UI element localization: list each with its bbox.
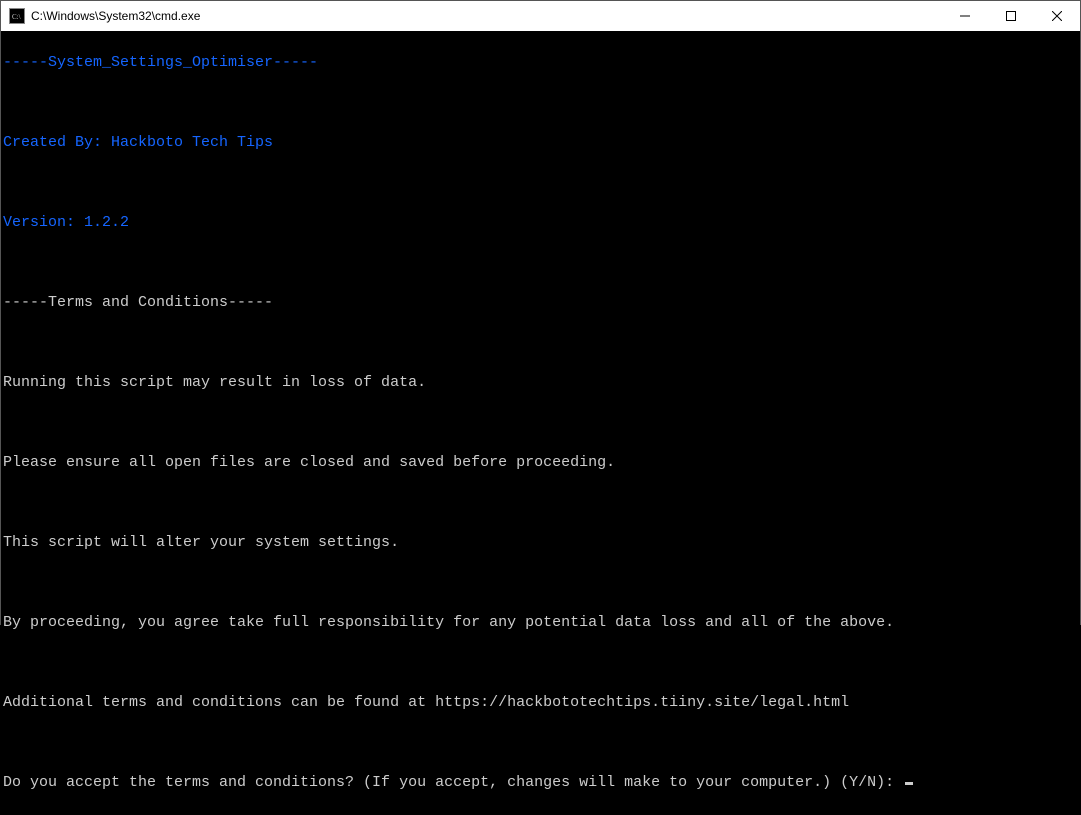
window-title: C:\Windows\System32\cmd.exe [31, 9, 200, 23]
terms-line-4: By proceeding, you agree take full respo… [3, 613, 1078, 633]
prompt-line: Do you accept the terms and conditions? … [3, 773, 1078, 793]
blank-line [3, 733, 1078, 753]
terms-line-3: This script will alter your system setti… [3, 533, 1078, 553]
blank-line [3, 493, 1078, 513]
cmd-icon: C:\ [9, 8, 25, 24]
terms-line-1: Running this script may result in loss o… [3, 373, 1078, 393]
close-button[interactable] [1034, 1, 1080, 31]
terminal-output[interactable]: -----System_Settings_Optimiser----- Crea… [1, 31, 1080, 815]
version-line: Version: 1.2.2 [3, 213, 1078, 233]
maximize-button[interactable] [988, 1, 1034, 31]
minimize-button[interactable] [942, 1, 988, 31]
blank-line [3, 333, 1078, 353]
blank-line [3, 173, 1078, 193]
script-title-line: -----System_Settings_Optimiser----- [3, 53, 1078, 73]
titlebar: C:\ C:\Windows\System32\cmd.exe [1, 1, 1080, 31]
svg-text:C:\: C:\ [12, 13, 21, 21]
prompt-text: Do you accept the terms and conditions? … [3, 774, 903, 791]
terms-header-line: -----Terms and Conditions----- [3, 293, 1078, 313]
terms-line-2: Please ensure all open files are closed … [3, 453, 1078, 473]
blank-line [3, 253, 1078, 273]
cursor [905, 782, 913, 785]
blank-line [3, 573, 1078, 593]
terms-line-5: Additional terms and conditions can be f… [3, 693, 1078, 713]
blank-line [3, 413, 1078, 433]
blank-line [3, 653, 1078, 673]
blank-line [3, 93, 1078, 113]
created-by-line: Created By: Hackboto Tech Tips [3, 133, 1078, 153]
